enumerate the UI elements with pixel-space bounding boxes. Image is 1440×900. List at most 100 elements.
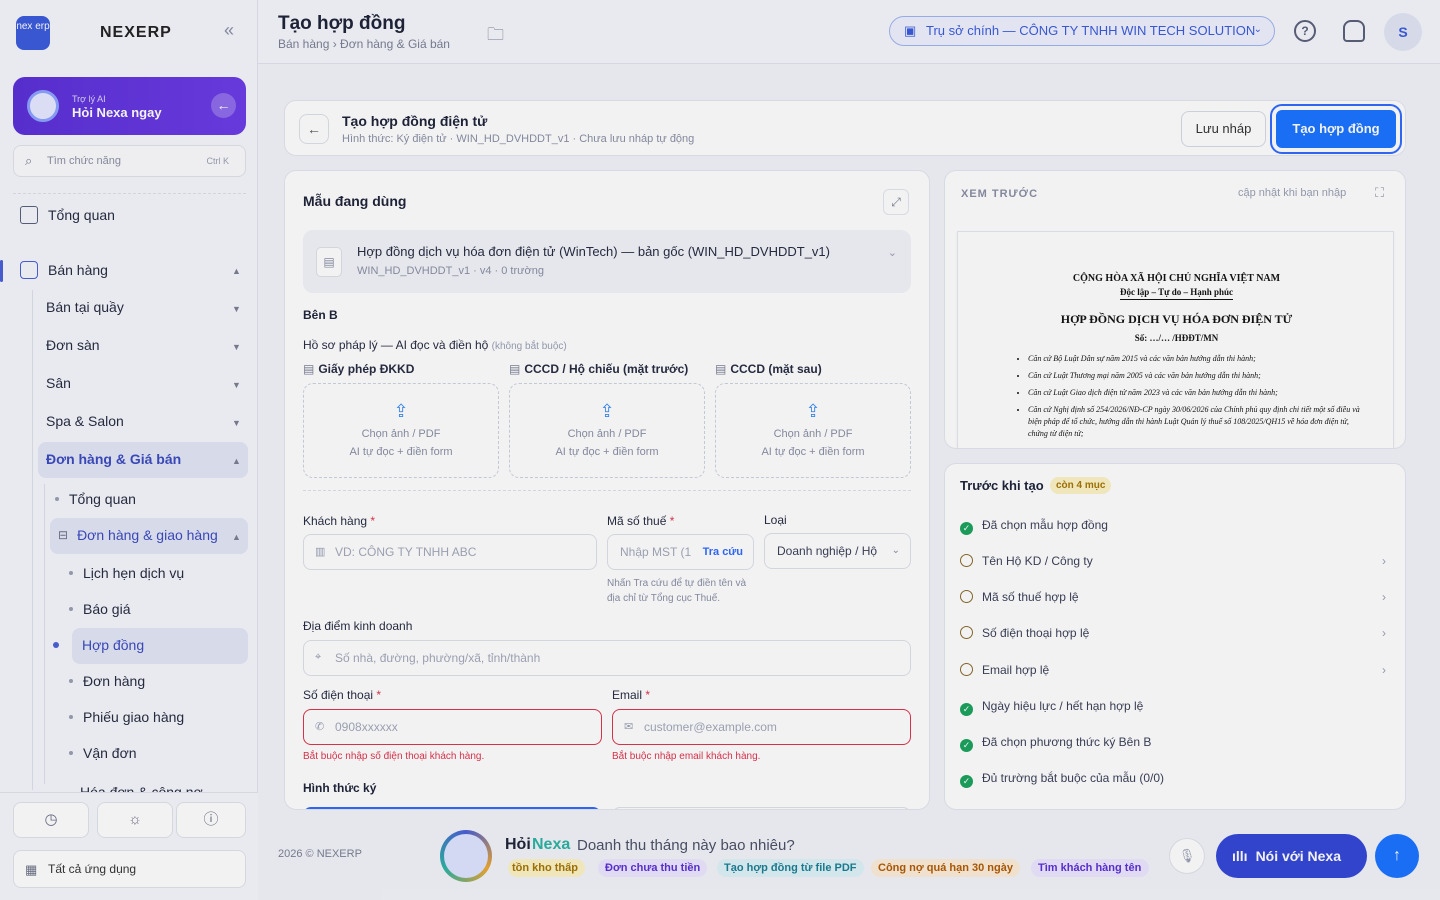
upload-label-text: CCCD / Hộ chiếu (mặt trước) <box>524 362 689 376</box>
suggestion-chip[interactable]: Tạo hợp đồng từ file PDF <box>717 859 864 877</box>
checklist-item-label: Tên Hộ KD / Công ty <box>982 554 1093 568</box>
info-icon[interactable]: ⓘ <box>176 802 246 838</box>
upload-business-license[interactable]: ⇪ Chọn ảnh / PDF AI tự đọc + điền form <box>303 383 499 478</box>
sidebar-item-label: Hợp đồng <box>82 637 145 653</box>
sidebar-item-orders[interactable]: Đơn hàng <box>69 673 145 689</box>
id-card-icon: ▤ <box>303 362 315 376</box>
send-arrow-up-icon[interactable]: ↑ <box>1375 834 1419 878</box>
sidebar-item-label: Bán hàng <box>48 262 108 278</box>
contract-form: Mẫu đang dùng ⤢ ▤ Hợp đồng dịch vụ hóa đ… <box>284 170 930 810</box>
sidebar-item-marketplace[interactable]: Đơn sàn <box>46 337 100 353</box>
fullscreen-icon[interactable]: ⛶ <box>1375 185 1384 201</box>
chevron-down-icon[interactable]: ▼ <box>232 342 241 352</box>
sidebar-item-contracts[interactable]: Hợp đồng <box>53 637 145 653</box>
template-section-title: Mẫu đang dùng <box>303 193 407 209</box>
all-apps-button[interactable]: ▦ Tất cả ứng dụng <box>13 850 246 888</box>
nexa-avatar-icon <box>27 90 59 122</box>
suggestion-chip[interactable]: Công nợ quá hạn 30 ngày <box>871 859 1020 877</box>
legal-docs-label: Hồ sơ pháp lý — AI đọc và điền hộ <box>303 338 489 352</box>
sidebar-item-waybills[interactable]: Vận đơn <box>69 745 137 761</box>
theme-icon[interactable]: ☼ <box>97 802 173 838</box>
sidebar-item-delivery-notes[interactable]: Phiếu giao hàng <box>69 709 184 725</box>
chevron-down-icon[interactable]: ▼ <box>232 380 241 390</box>
sidebar-item-court[interactable]: Sân <box>46 375 71 391</box>
phone-input[interactable]: ✆ 0908xxxxxx <box>303 709 602 745</box>
talk-label: Nói với Nexa <box>1255 848 1341 864</box>
sidebar-item-orders-overview[interactable]: Tổng quan <box>55 491 136 507</box>
nexa-avatar-icon[interactable] <box>440 830 492 882</box>
sidebar-item-invoices[interactable]: Hóa đơn & công nợ <box>60 784 203 792</box>
mail-icon: ✉ <box>624 721 634 733</box>
upload-id-front[interactable]: ⇪ Chọn ảnh / PDF AI tự đọc + điền form <box>509 383 705 478</box>
sidebar-item-pos[interactable]: Bán tại quầy <box>46 299 124 315</box>
checklist-item-label: Ngày hiệu lực / hết hạn hợp lệ <box>982 699 1144 713</box>
user-avatar[interactable]: S <box>1384 13 1422 51</box>
app-logo[interactable]: nex erp <box>16 16 50 50</box>
suggestion-chip[interactable]: tồn kho thấp <box>508 859 585 877</box>
chevron-up-icon[interactable]: ▲ <box>232 266 241 276</box>
expand-icon[interactable]: ⤢ <box>883 189 909 215</box>
sidebar-item-orders-pricing[interactable]: Đơn hàng & Giá bán <box>46 451 181 467</box>
sidebar-item-label: Đơn hàng & Giá bán <box>46 451 182 467</box>
assistant-question[interactable]: Doanh thu tháng này bao nhiêu? <box>577 837 795 854</box>
microphone-icon[interactable]: 🎙 <box>1169 838 1205 874</box>
sidebar-item-overview[interactable]: Tổng quan <box>20 206 115 224</box>
back-arrow-icon[interactable]: ← <box>299 114 329 144</box>
chevron-down-icon[interactable]: ▼ <box>232 418 241 428</box>
bullet <box>55 497 59 501</box>
ask-nexa-card[interactable]: Trợ lý AI Hỏi Nexa ngay ← <box>13 77 246 135</box>
sidebar-item-label: Lịch hẹn dịch vụ <box>83 565 185 581</box>
template-selector[interactable]: ▤ Hợp đồng dịch vụ hóa đơn điện tử (WinT… <box>303 230 911 293</box>
checklist-item[interactable]: Số điện thoại hợp lệ › <box>960 626 1392 640</box>
sidebar-item-spa[interactable]: Spa & Salon <box>46 413 124 429</box>
type-label: Loại <box>764 513 787 527</box>
checklist-item-label: Đã chọn phương thức ký Bên B <box>982 735 1152 749</box>
search-shortcut: Ctrl K <box>206 156 230 166</box>
breadcrumb[interactable]: Bán hàng › Đơn hàng & Giá bán <box>278 37 450 51</box>
suggestion-chip[interactable]: Tìm khách hàng tên <box>1031 859 1149 877</box>
address-input[interactable]: ⌖ Số nhà, đường, phường/xã, tỉnh/thành <box>303 640 911 676</box>
help-icon[interactable]: ? <box>1294 20 1316 42</box>
sign-option-other[interactable] <box>612 807 911 809</box>
tax-lookup-button[interactable]: Tra cứu <box>702 546 743 558</box>
upload-ai-hint: AI tự đọc + điền form <box>555 446 659 458</box>
email-input[interactable]: ✉ customer@example.com <box>612 709 911 745</box>
talk-to-nexa-button[interactable]: ıllı Nói với Nexa <box>1216 834 1367 878</box>
tax-code-input[interactable]: Nhập MST (1 Tra cứu <box>607 534 754 570</box>
checklist-item[interactable]: Mã số thuế hợp lệ › <box>960 590 1392 604</box>
sidebar-item-sales[interactable]: Bán hàng <box>20 261 108 279</box>
bell-icon[interactable] <box>1343 20 1365 42</box>
chevron-up-icon[interactable]: ▲ <box>232 456 241 466</box>
customer-placeholder: VD: CÔNG TY TNHH ABC <box>335 545 477 559</box>
sidebar-item-quotes[interactable]: Báo giá <box>69 601 130 617</box>
type-value: Doanh nghiệp / Hộ <box>777 544 878 558</box>
sign-option-electronic[interactable] <box>303 807 601 809</box>
save-draft-button[interactable]: Lưu nháp <box>1181 111 1266 147</box>
function-search[interactable]: ⌕ Tìm chức năng Ctrl K <box>13 145 246 177</box>
contract-preview: XEM TRƯỚC cập nhật khi bạn nhập ⛶ CỘNG H… <box>944 170 1406 449</box>
sidebar-item-orders-delivery[interactable]: ⊟ Đơn hàng & giao hàng <box>58 527 218 543</box>
arrow-left-icon[interactable]: ← <box>211 93 236 118</box>
history-icon[interactable]: ◷ <box>13 802 89 838</box>
checklist-item[interactable]: Email hợp lệ › <box>960 663 1392 677</box>
type-select[interactable]: Doanh nghiệp / Hộ ⌄ <box>764 533 911 569</box>
phone-placeholder: 0908xxxxxx <box>335 720 398 734</box>
voice-wave-icon: ıllı <box>1232 848 1248 864</box>
folder-icon[interactable]: 🗀 <box>487 22 504 51</box>
organization-selector[interactable]: ▣ Trụ sở chính — CÔNG TY TNHH WIN TECH S… <box>889 16 1275 46</box>
upload-id-back[interactable]: ⇪ Chọn ảnh / PDF AI tự đọc + điền form <box>715 383 911 478</box>
upload-hint: Chọn ảnh / PDF <box>567 428 647 440</box>
create-contract-button[interactable]: Tạo hợp đồng <box>1270 104 1402 154</box>
brand-name: NEXERP <box>100 24 172 41</box>
suggestion-chip[interactable]: Đơn chưa thu tiền <box>598 859 708 877</box>
collapse-sidebar-icon[interactable]: « <box>224 20 234 41</box>
chevron-up-icon[interactable]: ▲ <box>232 532 241 542</box>
checklist-item[interactable]: Tên Hộ KD / Công ty › <box>960 554 1392 568</box>
sidebar-item-appointments[interactable]: Lịch hẹn dịch vụ <box>69 565 184 581</box>
customer-input[interactable]: ▥ VD: CÔNG TY TNHH ABC <box>303 534 597 570</box>
page-title: Tạo hợp đồng <box>278 13 406 34</box>
assistant-ask-label: Hỏi <box>505 836 531 853</box>
preview-heading: XEM TRƯỚC <box>961 188 1039 200</box>
upload-hint: Chọn ảnh / PDF <box>773 428 853 440</box>
chevron-down-icon[interactable]: ▼ <box>232 304 241 314</box>
